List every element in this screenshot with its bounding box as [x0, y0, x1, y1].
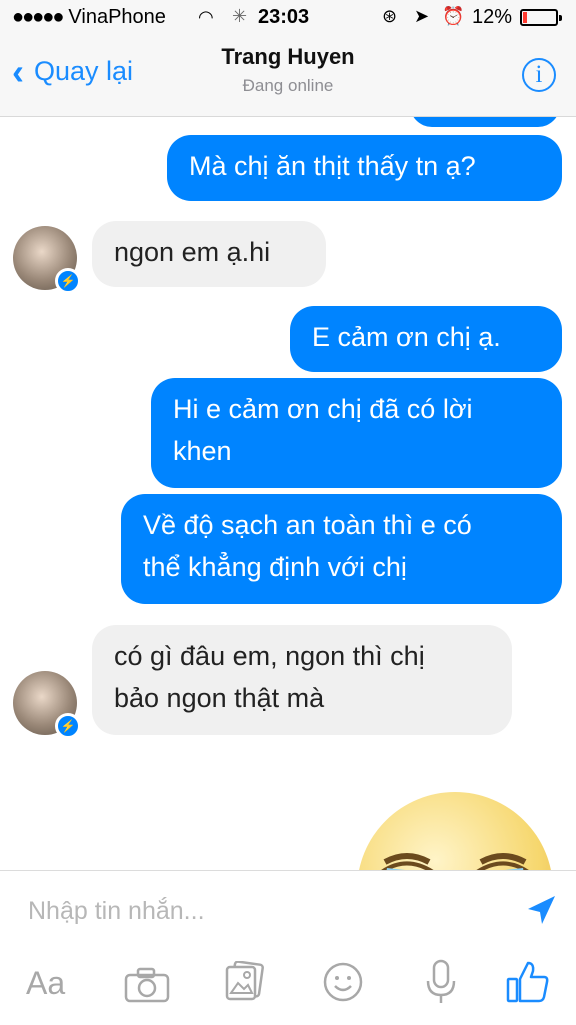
message-bubble-outgoing: Mà chị ăn thịt thấy tn ạ?	[167, 135, 562, 201]
crying-emoji-sticker[interactable]	[357, 792, 553, 870]
conversation-header: Trang Huyen Đang online	[0, 44, 576, 96]
message-bubble-outgoing: Hi e cảm ơn chị đã có lời khen	[151, 378, 562, 488]
avatar[interactable]: ⚡	[13, 671, 81, 739]
avatar[interactable]: ⚡	[13, 226, 81, 294]
messenger-badge-icon: ⚡	[55, 268, 81, 294]
message-bubble-partial	[410, 117, 560, 127]
rotation-lock-icon: ⊛	[382, 6, 398, 26]
message-thread[interactable]: Mà chị ăn thịt thấy tn ạ? ⚡ ngon em ạ.hi…	[0, 117, 576, 870]
location-icon: ➤	[414, 6, 430, 26]
battery-icon	[520, 9, 562, 26]
contact-name: Trang Huyen	[221, 44, 355, 69]
carrier: ●●●●● VinaPhone	[12, 6, 166, 28]
battery-percent: 12%	[472, 6, 513, 28]
message-bubble-outgoing: Về độ sạch an toàn thì e có thể khẳng đị…	[121, 494, 562, 604]
camera-icon[interactable]	[124, 967, 170, 1003]
info-icon[interactable]: i	[522, 58, 556, 92]
activity-icon: ✳	[232, 6, 248, 26]
message-bubble-outgoing: E cảm ơn chị ạ.	[290, 306, 562, 372]
message-input[interactable]: Nhập tin nhắn...	[28, 897, 205, 926]
alarm-icon: ⏰	[442, 6, 465, 26]
microphone-icon[interactable]	[424, 959, 458, 1005]
composer-toolbar: Aa	[0, 959, 576, 1009]
gallery-icon[interactable]	[225, 961, 265, 1001]
smiley-icon[interactable]	[322, 961, 364, 1003]
message-bubble-incoming: có gì đâu em, ngon thì chị bảo ngon thật…	[92, 625, 512, 735]
text-format-button[interactable]: Aa	[26, 965, 65, 1002]
messenger-badge-icon: ⚡	[55, 713, 81, 739]
presence-status: Đang online	[242, 76, 334, 95]
status-bar: ●●●●● VinaPhone ◠ ✳ 23:03 ⊛ ➤ ⏰ 12%	[0, 0, 576, 36]
signal-icon: ●●●●●	[12, 6, 64, 28]
message-bubble-incoming: ngon em ạ.hi	[92, 221, 326, 287]
crying-face-icon	[381, 853, 529, 870]
wifi-icon: ◠	[198, 7, 214, 27]
composer: Nhập tin nhắn... Aa	[0, 870, 576, 1025]
clock: 23:03	[258, 6, 310, 28]
send-icon[interactable]	[524, 893, 558, 927]
nav-bar: ‹ Quay lại Trang Huyen Đang online i	[0, 36, 576, 117]
thumbs-up-icon[interactable]	[506, 959, 550, 1003]
